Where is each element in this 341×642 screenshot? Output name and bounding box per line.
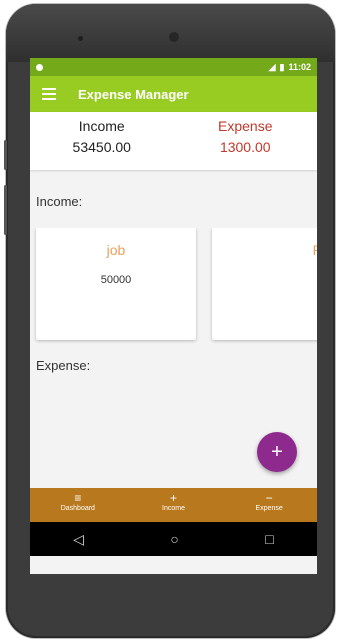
status-time: 11:02 — [288, 62, 311, 72]
expense-section-label: Expense: — [36, 358, 91, 373]
income-section-label: Income: — [36, 194, 83, 209]
side-button — [4, 185, 7, 235]
status-right: ◢ ▮ 11:02 — [269, 62, 311, 73]
expense-total-label: Expense — [218, 118, 273, 134]
plus-icon: + — [170, 491, 178, 505]
bottom-navigation: ≡ Dashboard + Income − Expense — [30, 488, 317, 522]
system-navigation-bar: ◁ ○ □ — [30, 522, 317, 556]
add-fab-button[interactable]: + — [257, 432, 297, 472]
income-total-label: Income — [78, 118, 125, 134]
status-bar: ◢ ▮ 11:02 — [30, 58, 317, 76]
income-total-value: 53450.00 — [72, 139, 131, 155]
notification-icon — [36, 63, 43, 71]
income-cards[interactable]: job 50000 Paymen 3450 — [30, 228, 317, 348]
nav-item-dashboard[interactable]: ≡ Dashboard — [30, 488, 126, 522]
app-title: Expense Manager — [78, 86, 189, 102]
app-toolbar: Expense Manager — [30, 76, 317, 112]
app-screen: ◢ ▮ 11:02 Expense Manager Income 53450.0… — [30, 58, 317, 574]
income-card[interactable]: Paymen 3450 — [212, 228, 317, 340]
income-card-amount: 3450 — [212, 274, 317, 286]
front-camera — [169, 32, 179, 42]
signal-icon: ◢ — [268, 61, 276, 72]
nav-item-income[interactable]: + Income — [126, 488, 222, 522]
menu-icon[interactable] — [42, 88, 58, 100]
expense-total-value: 1300.00 — [219, 139, 271, 155]
nav-item-expense[interactable]: − Expense — [221, 488, 317, 522]
nav-label: Dashboard — [60, 505, 95, 512]
income-card-amount: 50000 — [100, 274, 132, 286]
battery-icon: ▮ — [279, 61, 285, 72]
totals-summary: Income 53450.00 Expense 1300.00 — [30, 112, 317, 170]
home-icon[interactable]: ○ — [170, 531, 178, 547]
side-button — [4, 140, 7, 170]
nav-label: Income — [162, 505, 185, 512]
back-icon[interactable]: ◁ — [73, 531, 84, 548]
menu-icon: ≡ — [74, 491, 82, 505]
income-total: Income 53450.00 — [30, 112, 174, 170]
income-card-name: job — [106, 242, 126, 258]
front-sensor — [78, 36, 83, 41]
nav-label: Expense — [255, 505, 283, 512]
income-card-name: Paymen — [212, 242, 317, 258]
minus-icon: − — [265, 491, 273, 505]
income-card[interactable]: job 50000 — [36, 228, 196, 340]
expense-total: Expense 1300.00 — [174, 112, 318, 170]
recents-icon[interactable]: □ — [265, 531, 273, 547]
